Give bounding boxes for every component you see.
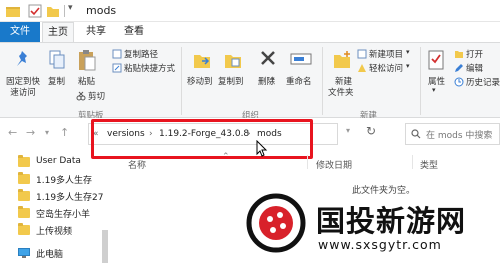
rename-icon[interactable]: [290, 50, 312, 68]
paste-shortcut-button[interactable]: 粘贴快捷方式: [124, 62, 175, 74]
highlight-annotation: [91, 119, 313, 159]
new-folder-icon[interactable]: [332, 49, 352, 71]
folder-icon[interactable]: [5, 4, 21, 18]
column-header-type[interactable]: 类型: [420, 158, 438, 171]
easy-access-icon[interactable]: [357, 63, 367, 73]
column-divider[interactable]: [307, 155, 308, 169]
properties-dropdown-icon[interactable]: ▾: [432, 86, 436, 94]
ribbon-divider: [322, 47, 323, 115]
folder-icon: [18, 223, 30, 235]
ribbon-divider: [420, 47, 421, 115]
move-to-icon[interactable]: [192, 49, 212, 71]
delete-dropdown-icon[interactable]: ▾: [271, 75, 275, 83]
ribbon: 固定到快 速访问 复制 粘贴 复制路径 粘贴快捷方式 剪切 剪贴板 移动到 复制…: [0, 42, 500, 121]
edit-icon[interactable]: [454, 63, 464, 73]
computer-icon: [18, 248, 30, 258]
paste-icon[interactable]: [77, 48, 97, 72]
copy-to-button[interactable]: 复制到: [218, 75, 244, 87]
column-header-modified[interactable]: 修改日期: [316, 158, 352, 171]
forward-icon[interactable]: →: [26, 126, 35, 139]
open-icon[interactable]: [454, 49, 464, 59]
history-icon[interactable]: [454, 77, 464, 87]
copy-path-button[interactable]: 复制路径: [124, 48, 158, 60]
delete-icon[interactable]: [259, 49, 277, 69]
rename-button[interactable]: 重命名: [286, 75, 312, 87]
cut-icon[interactable]: [76, 91, 86, 101]
tab-view[interactable]: 查看: [118, 22, 150, 42]
move-to-button[interactable]: 移动到: [187, 75, 213, 87]
copy-button[interactable]: 复制: [48, 75, 65, 87]
tree-item-label: 此电脑: [36, 250, 64, 260]
tree-item-label: 上传视频: [36, 227, 73, 237]
search-icon: [411, 129, 421, 139]
folder-icon: [18, 172, 30, 184]
properties-icon[interactable]: [428, 49, 444, 71]
tree-item-label: 1.19多人生存27: [36, 193, 104, 203]
up-icon[interactable]: ↑: [60, 126, 69, 139]
tab-file[interactable]: 文件: [0, 22, 40, 42]
copy-to-icon[interactable]: [223, 49, 243, 71]
watermark-logo-icon: [246, 193, 306, 253]
column-header-name[interactable]: 名称: [128, 158, 146, 171]
pin-quick-access-line2[interactable]: 速访问: [4, 86, 42, 98]
folder-icon: [18, 189, 30, 201]
tree-item-label: 空岛生存小羊: [36, 210, 91, 220]
new-item-dropdown-icon[interactable]: ▾: [406, 48, 410, 56]
copy-icon[interactable]: [48, 49, 66, 71]
watermark-url: www.sxsgytr.com: [318, 237, 442, 252]
properties-quick-icon[interactable]: [28, 4, 42, 18]
sort-up-icon: ⌃: [222, 152, 230, 162]
address-dropdown-icon[interactable]: ▾: [346, 126, 350, 135]
pin-icon[interactable]: [12, 49, 32, 71]
new-item-icon[interactable]: [357, 49, 367, 59]
tree-scrollbar[interactable]: [102, 230, 108, 263]
cut-button[interactable]: 剪切: [88, 90, 105, 102]
properties-button[interactable]: 属性: [428, 75, 445, 87]
column-divider[interactable]: [412, 155, 413, 169]
quick-access-divider: [64, 5, 65, 17]
paste-shortcut-icon[interactable]: [112, 63, 122, 73]
edit-button[interactable]: 编辑: [466, 62, 483, 74]
recent-locations-icon[interactable]: ▾: [45, 128, 49, 137]
folder-icon: [18, 155, 30, 167]
easy-access-dropdown-icon[interactable]: ▾: [406, 62, 410, 70]
back-icon[interactable]: ←: [8, 126, 17, 139]
folder-icon: [18, 206, 30, 218]
customize-quick-access-icon[interactable]: ▾: [68, 3, 73, 13]
empty-folder-message: 此文件夹为空。: [352, 186, 416, 196]
new-folder-line2[interactable]: 文件夹: [328, 86, 354, 98]
window-title: mods: [86, 4, 117, 17]
new-folder-quick-icon[interactable]: [46, 4, 60, 18]
refresh-icon[interactable]: ↻: [366, 124, 376, 138]
mouse-cursor-icon: [256, 140, 268, 157]
tree-item-label: User Data: [36, 156, 81, 166]
tab-home[interactable]: 主页: [42, 22, 74, 42]
new-item-button[interactable]: 新建项目: [369, 48, 403, 60]
tab-share[interactable]: 共享: [80, 22, 112, 42]
search-box[interactable]: 在 mods 中搜索: [405, 123, 500, 145]
copy-path-icon[interactable]: [112, 49, 122, 59]
ribbon-tabs: 文件 主页 共享 查看: [0, 22, 500, 42]
search-input[interactable]: 在 mods 中搜索: [426, 128, 492, 141]
title-bar: ▾ mods: [0, 0, 500, 22]
paste-button[interactable]: 粘贴: [78, 75, 95, 87]
tree-item-label: 1.19多人生存: [36, 176, 93, 186]
easy-access-button[interactable]: 轻松访问: [369, 62, 403, 74]
watermark-text: 国投新游网: [316, 204, 467, 238]
open-button[interactable]: 打开: [466, 48, 483, 60]
ribbon-divider: [181, 47, 182, 115]
history-button[interactable]: 历史记录: [466, 76, 500, 88]
